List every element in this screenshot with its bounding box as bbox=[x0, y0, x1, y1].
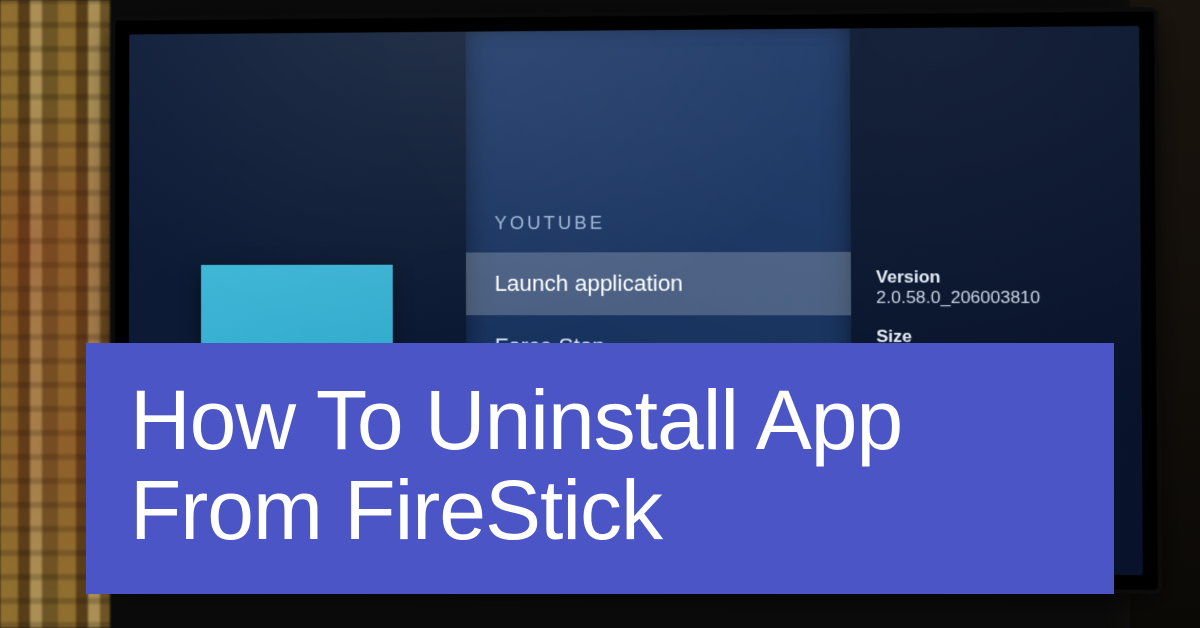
info-version-label: Version bbox=[876, 267, 1115, 288]
tutorial-title-overlay: How To Uninstall App From FireStick bbox=[86, 343, 1114, 594]
app-header: YOUTUBE bbox=[466, 212, 851, 252]
menu-item-launch[interactable]: Launch application bbox=[466, 252, 851, 315]
info-version-value: 2.0.58.0_206003810 bbox=[876, 288, 1115, 309]
